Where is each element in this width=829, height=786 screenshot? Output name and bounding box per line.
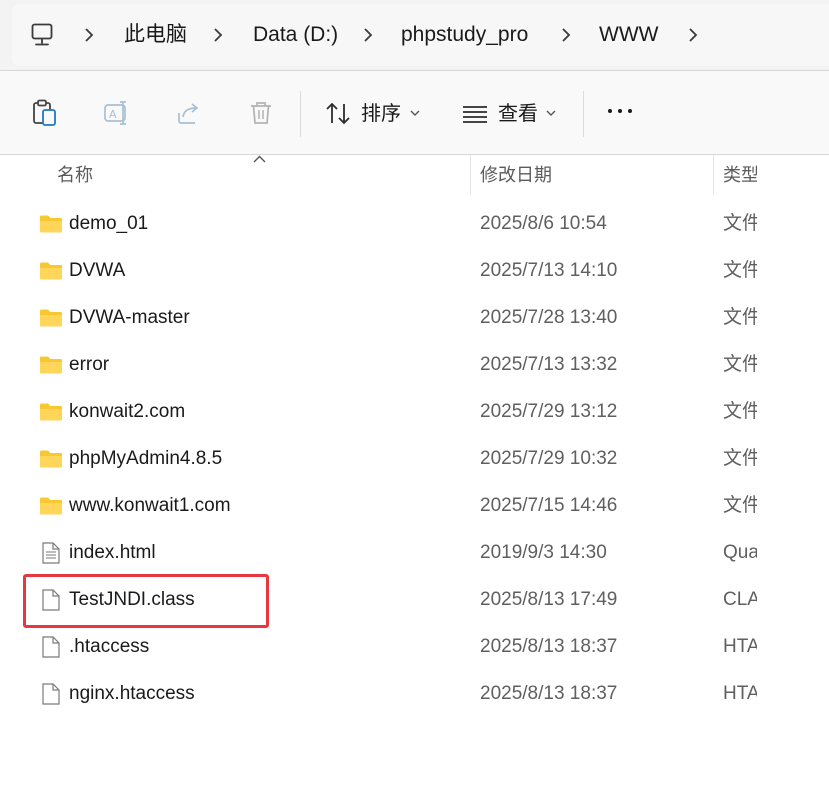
file-row[interactable]: konwait2.com 2025/7/29 13:12 文件 [0,389,829,436]
file-modified-date: 2025/8/6 10:54 [480,213,607,234]
chevron-right-icon[interactable] [561,27,571,43]
file-modified-date: 2025/7/29 13:12 [480,401,618,422]
toolbar-separator [583,91,584,137]
file-modified-date: 2025/8/13 18:37 [480,683,618,704]
chevron-right-icon[interactable] [213,27,223,43]
file-name[interactable]: error [69,352,109,378]
file-name[interactable]: TestJNDI.class [69,587,195,613]
file-list: 名称 修改日期 类型 demo_01 2025/8/6 10:54 文件 DVWA 20… [0,155,829,786]
chevron-right-icon[interactable] [363,27,373,43]
file-modified-date: 2025/7/13 14:10 [480,260,618,281]
share-icon[interactable] [175,99,203,127]
file-row[interactable]: .htaccess 2025/8/13 18:37 HTA [0,624,829,671]
sort-ascending-icon [253,155,266,163]
file-name[interactable]: konwait2.com [69,399,185,425]
file-type: Qua [723,542,757,563]
column-separator[interactable] [470,155,471,195]
file-name[interactable]: www.konwait1.com [69,493,231,519]
breadcrumb-this-pc[interactable]: 此电脑 [124,20,187,50]
file-modified-date: 2025/7/15 14:46 [480,495,618,516]
breadcrumb-www[interactable]: WWW [599,20,658,50]
file-row[interactable]: TestJNDI.class 2025/8/13 17:49 CLA [0,577,829,624]
file-modified-date: 2025/7/29 10:32 [480,448,618,469]
sort-icon[interactable] [325,101,351,127]
file-name[interactable]: DVWA [69,258,125,284]
column-header-type[interactable]: 类型 [723,163,757,187]
column-separator[interactable] [713,155,714,195]
more-options-icon[interactable] [606,107,634,115]
svg-text:A: A [109,108,117,121]
file-type: CLA [723,589,757,610]
file-row[interactable]: index.html 2019/9/3 14:30 Qua [0,530,829,577]
rename-icon[interactable]: A [103,99,131,127]
file-modified-date: 2025/7/13 13:32 [480,354,618,375]
file-row[interactable]: nginx.htaccess 2025/8/13 18:37 HTA [0,671,829,718]
chevron-down-icon[interactable] [410,109,420,117]
folder-icon [39,401,63,423]
chevron-down-icon[interactable] [546,109,556,117]
file-row[interactable]: phpMyAdmin4.8.5 2025/7/29 10:32 文件 [0,436,829,483]
file-type: 文件 [723,354,757,375]
file-type: 文件 [723,213,757,234]
file-row[interactable]: DVWA 2025/7/13 14:10 文件 [0,248,829,295]
column-header-modified[interactable]: 修改日期 [480,163,552,187]
file-type: 文件 [723,260,757,281]
file-icon [39,636,63,658]
file-icon [39,589,63,611]
file-modified-date: 2025/7/28 13:40 [480,307,618,328]
view-button[interactable]: 查看 [498,101,538,127]
file-type: HTA [723,636,757,657]
file-type: 文件 [723,495,757,516]
chevron-right-icon[interactable] [688,27,698,43]
file-modified-date: 2019/9/3 14:30 [480,542,607,563]
document-icon [39,542,63,564]
this-pc-icon[interactable] [31,23,53,47]
file-row[interactable]: demo_01 2025/8/6 10:54 文件 [0,201,829,248]
file-modified-date: 2025/8/13 17:49 [480,589,618,610]
folder-icon [39,448,63,470]
file-type: 文件 [723,307,757,328]
column-header-name[interactable]: 名称 [57,163,93,187]
file-name[interactable]: DVWA-master [69,305,190,331]
file-row[interactable]: error 2025/7/13 13:32 文件 [0,342,829,389]
file-name[interactable]: index.html [69,540,156,566]
file-name[interactable]: demo_01 [69,211,148,237]
view-icon[interactable] [462,102,488,126]
file-row[interactable]: www.konwait1.com 2025/7/15 14:46 文件 [0,483,829,530]
file-modified-date: 2025/8/13 18:37 [480,636,618,657]
file-type: 文件 [723,448,757,469]
toolbar-separator [300,91,301,137]
file-name[interactable]: .htaccess [69,634,149,660]
folder-icon [39,307,63,329]
delete-icon[interactable] [247,99,275,127]
breadcrumb-phpstudy-pro[interactable]: phpstudy_pro [401,20,528,50]
file-type: HTA [723,683,757,704]
folder-icon [39,260,63,282]
folder-icon [39,213,63,235]
folder-icon [39,495,63,517]
breadcrumb-data-drive[interactable]: Data (D:) [253,20,338,50]
command-bar: A 排序 查看 [0,71,829,154]
sort-button[interactable]: 排序 [361,101,401,127]
paste-icon[interactable] [31,99,59,127]
chevron-right-icon[interactable] [84,27,94,43]
file-name[interactable]: phpMyAdmin4.8.5 [69,446,222,472]
file-row[interactable]: DVWA-master 2025/7/28 13:40 文件 [0,295,829,342]
folder-icon [39,354,63,376]
file-icon [39,683,63,705]
file-name[interactable]: nginx.htaccess [69,681,195,707]
file-type: 文件 [723,401,757,422]
